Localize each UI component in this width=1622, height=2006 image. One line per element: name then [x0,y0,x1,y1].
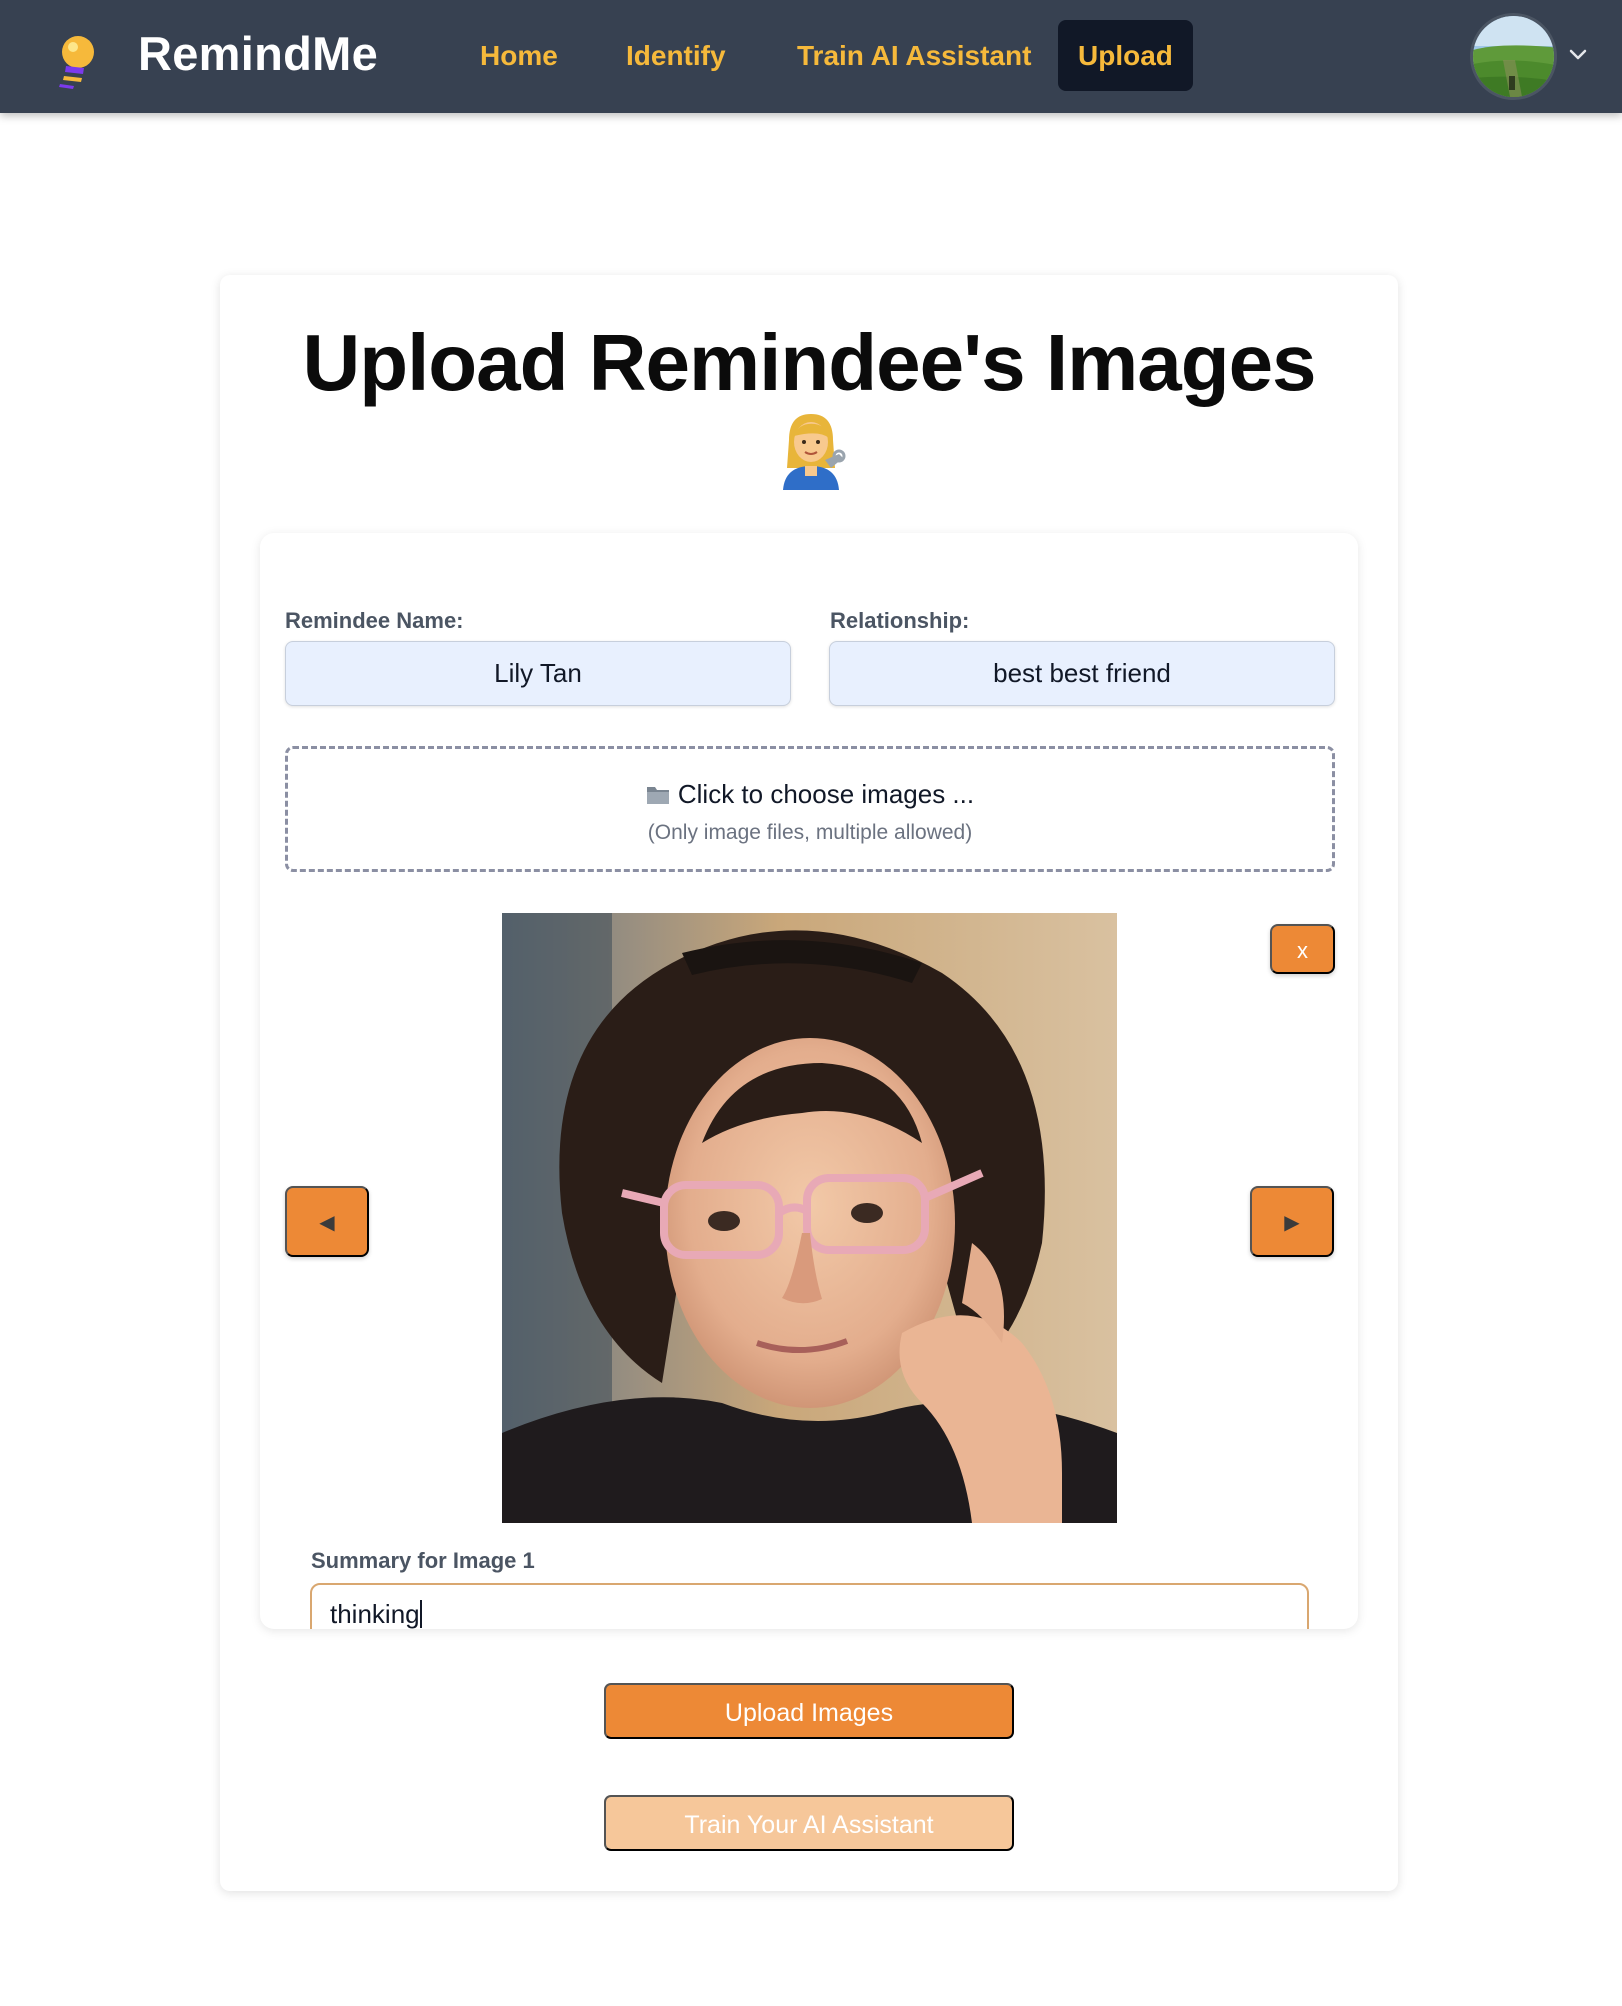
remindee-name-label: Remindee Name: [285,608,464,633]
summary-text: thinking [330,1599,420,1629]
summary-input[interactable]: thinking [310,1583,1309,1629]
lightbulb-icon[interactable] [50,30,102,90]
brand-name[interactable]: RemindMe [138,26,378,81]
preview-image [502,913,1117,1523]
train-ai-assistant-button[interactable]: Train Your AI Assistant [604,1795,1014,1851]
remindee-name-input[interactable] [285,641,791,706]
next-image-button[interactable]: ▶ [1250,1186,1334,1257]
nav-train-ai-assistant[interactable]: Train AI Assistant [777,20,1051,91]
text-caret [419,1600,422,1628]
upload-images-button[interactable]: Upload Images [604,1683,1014,1739]
nav-home[interactable]: Home [460,20,578,91]
chevron-down-icon[interactable] [1566,40,1590,70]
relationship-label: Relationship: [830,608,970,633]
remove-image-button[interactable]: x [1270,924,1335,974]
nav-identify[interactable]: Identify [606,20,746,91]
image-dropzone[interactable]: Click to choose images ... (Only image f… [285,746,1335,872]
dropzone-hint: (Only image files, multiple allowed) [647,821,973,844]
user-avatar[interactable] [1470,13,1557,100]
page-title: Upload Remindee's Images [302,318,1316,407]
summary-label: Summary for Image 1 [311,1548,535,1573]
previous-image-button[interactable]: ◀ [285,1186,369,1257]
top-navbar: RemindMe Home Identify Train AI Assistan… [0,0,1622,113]
remindee-form: Remindee Name: Relationship: Click to ch… [260,533,1358,1629]
folder-icon [646,782,670,813]
nav-upload[interactable]: Upload [1058,20,1193,91]
dropzone-prompt: Click to choose images ... [288,779,1332,813]
dropzone-text: Click to choose images ... [677,779,975,809]
woman-mechanic-emoji-icon [775,410,847,490]
relationship-input[interactable] [829,641,1335,706]
upload-card: Upload Remindee's Images Remindee Name: … [220,275,1398,1891]
